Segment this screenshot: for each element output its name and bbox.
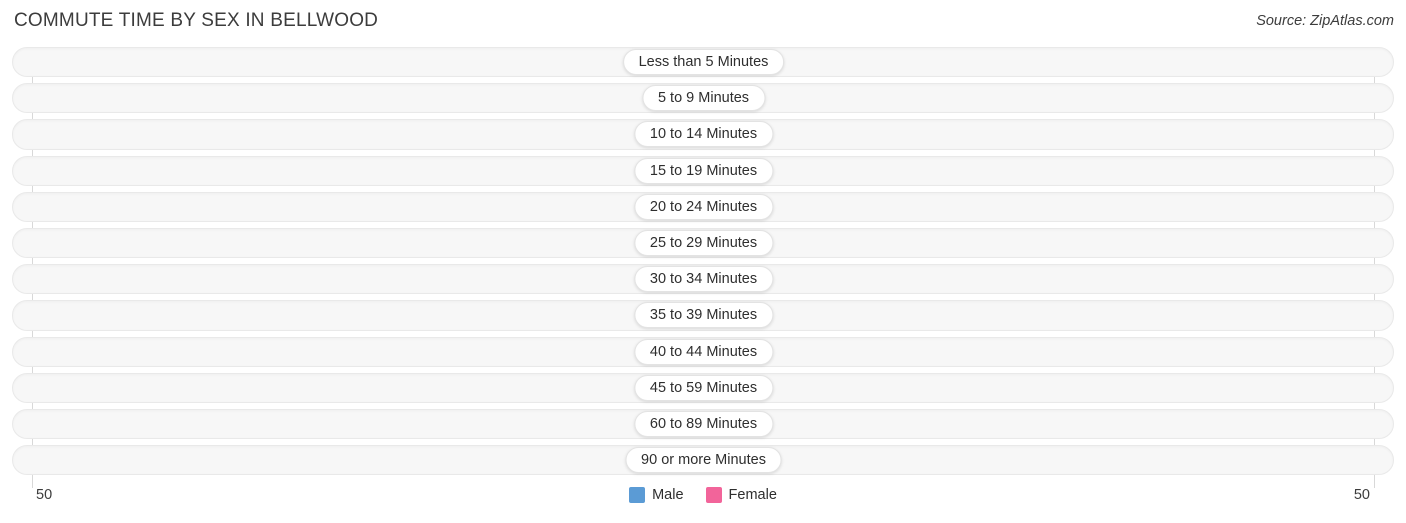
bar-row: 0040 to 44 Minutes	[0, 334, 1406, 370]
bar-rows: 517Less than 5 Minutes505 to 9 Minutes40…	[0, 44, 1406, 478]
chart-header: COMMUTE TIME BY SEX IN BELLWOOD Source: …	[0, 0, 1406, 44]
row-bars: 452915 to 19 Minutes	[32, 153, 1375, 189]
bar-row: 505 to 9 Minutes	[0, 80, 1406, 116]
legend-label: Female	[728, 487, 777, 503]
bar-row: 91045 to 59 Minutes	[0, 370, 1406, 406]
chart-footer: 50 50 Male Female	[0, 481, 1406, 523]
bar-row: 2035 to 39 Minutes	[0, 297, 1406, 333]
bar-row: 452915 to 19 Minutes	[0, 153, 1406, 189]
row-bars: 91045 to 59 Minutes	[32, 370, 1375, 406]
category-label: 20 to 24 Minutes	[633, 193, 774, 220]
bar-row: 10290 or more Minutes	[0, 442, 1406, 478]
legend-swatch-icon	[629, 487, 646, 503]
row-bars: 2035 to 39 Minutes	[32, 297, 1375, 333]
bar-row: 4010 to 14 Minutes	[0, 116, 1406, 152]
chart-plot-area: 517Less than 5 Minutes505 to 9 Minutes40…	[0, 44, 1406, 488]
legend-item-male[interactable]: Male	[629, 487, 684, 503]
category-label: 40 to 44 Minutes	[633, 338, 774, 365]
row-bars: 51530 to 34 Minutes	[32, 261, 1375, 297]
category-label: 90 or more Minutes	[625, 447, 782, 474]
bar-row: 341820 to 24 Minutes	[0, 189, 1406, 225]
category-label: 45 to 59 Minutes	[633, 374, 774, 401]
category-label: 10 to 14 Minutes	[633, 121, 774, 148]
legend-label: Male	[652, 487, 684, 503]
category-label: 15 to 19 Minutes	[633, 157, 774, 184]
row-bars: 10290 or more Minutes	[32, 442, 1375, 478]
page-title: COMMUTE TIME BY SEX IN BELLWOOD	[14, 10, 379, 31]
row-bars: 31325 to 29 Minutes	[32, 225, 1375, 261]
source-attribution: Source: ZipAtlas.com	[1256, 13, 1394, 29]
row-bars: 0060 to 89 Minutes	[32, 406, 1375, 442]
category-label: 30 to 34 Minutes	[633, 266, 774, 293]
row-bars: 0040 to 44 Minutes	[32, 334, 1375, 370]
row-bars: 505 to 9 Minutes	[32, 80, 1375, 116]
category-label: 35 to 39 Minutes	[633, 302, 774, 329]
row-bars: 4010 to 14 Minutes	[32, 116, 1375, 152]
bar-row: 517Less than 5 Minutes	[0, 44, 1406, 80]
bar-row: 51530 to 34 Minutes	[0, 261, 1406, 297]
chart-legend: Male Female	[0, 487, 1406, 503]
category-label: 25 to 29 Minutes	[633, 230, 774, 257]
legend-item-female[interactable]: Female	[705, 487, 777, 503]
category-label: Less than 5 Minutes	[622, 49, 785, 76]
category-label: 60 to 89 Minutes	[633, 410, 774, 437]
bar-row: 0060 to 89 Minutes	[0, 406, 1406, 442]
legend-swatch-icon	[705, 487, 722, 503]
bar-row: 31325 to 29 Minutes	[0, 225, 1406, 261]
category-label: 5 to 9 Minutes	[641, 85, 766, 112]
row-bars: 341820 to 24 Minutes	[32, 189, 1375, 225]
row-bars: 517Less than 5 Minutes	[32, 44, 1375, 80]
